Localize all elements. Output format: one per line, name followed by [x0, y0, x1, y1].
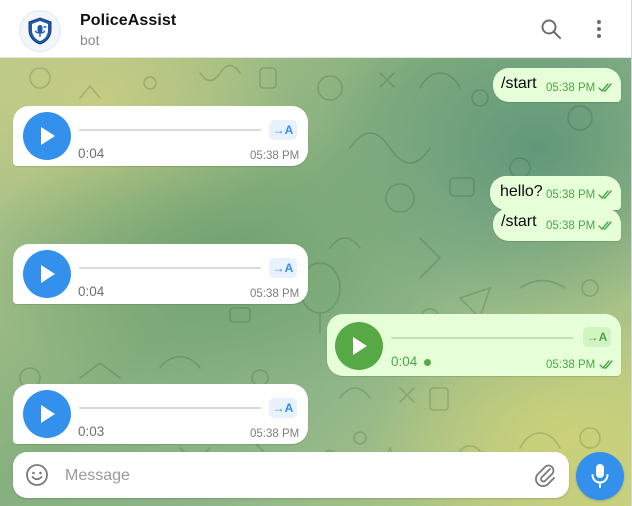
message-bubble[interactable]: hello? 05:38 PM — [490, 176, 621, 210]
play-button[interactable] — [23, 112, 71, 160]
message-time: 05:38 PM — [250, 428, 300, 440]
voice-record-button[interactable] — [576, 452, 624, 500]
message-text: /start — [501, 75, 537, 92]
more-vertical-icon — [597, 20, 601, 38]
transcribe-button[interactable]: →A — [269, 398, 297, 418]
transcribe-button[interactable]: →A — [583, 327, 611, 347]
waveform[interactable] — [79, 129, 261, 131]
play-icon — [41, 265, 55, 283]
play-button[interactable] — [23, 250, 71, 298]
message-bubble[interactable]: /start 05:38 PM — [493, 208, 621, 241]
chat-header: PoliceAssist bot — [0, 0, 631, 58]
police-shield-icon — [28, 17, 52, 45]
telegram-window: PoliceAssist bot /start 05:38 PM →A 0:04… — [0, 0, 632, 506]
transcribe-button[interactable]: →A — [269, 258, 297, 278]
voice-message: →A 0:04 05:38 PM — [13, 106, 308, 166]
waveform[interactable] — [79, 407, 261, 409]
voice-duration: 0:03 — [78, 424, 105, 439]
emoji-button[interactable] — [25, 463, 49, 487]
microphone-icon — [591, 464, 609, 488]
message-text: hello? — [500, 183, 543, 200]
voice-message: →A 0:03 05:38 PM — [13, 384, 308, 444]
attach-button[interactable] — [533, 462, 557, 488]
waveform[interactable] — [79, 267, 261, 269]
avatar[interactable] — [19, 10, 61, 52]
transcribe-button[interactable]: →A — [269, 120, 297, 140]
emoji-icon — [26, 464, 48, 486]
message-time: 05:38 PM — [546, 189, 596, 201]
play-button[interactable] — [335, 322, 383, 370]
chat-title[interactable]: PoliceAssist — [80, 12, 176, 30]
play-icon — [41, 127, 55, 145]
message-time: 05:38 PM — [546, 82, 596, 94]
search-icon — [541, 19, 561, 39]
double-check-icon — [599, 360, 613, 370]
double-check-icon — [598, 83, 612, 93]
double-check-icon — [598, 190, 612, 200]
more-options-button[interactable] — [585, 15, 613, 43]
voice-message: →A 0:04 05:38 PM — [13, 244, 308, 304]
message-time: 05:38 PM — [250, 150, 300, 162]
chat-background: /start 05:38 PM →A 0:04 05:38 PM hello? … — [0, 58, 631, 506]
voice-duration: 0:04 — [391, 354, 418, 369]
message-composer — [13, 452, 569, 498]
double-check-icon — [598, 221, 612, 231]
search-button[interactable] — [537, 15, 565, 43]
message-text: /start — [501, 213, 537, 230]
play-button[interactable] — [23, 390, 71, 438]
paperclip-icon — [535, 464, 555, 487]
voice-duration: 0:04 — [78, 284, 105, 299]
message-input[interactable] — [63, 460, 527, 492]
message-bubble[interactable]: /start 05:38 PM — [493, 68, 621, 102]
play-icon — [41, 405, 55, 423]
voice-duration: 0:04 — [78, 146, 105, 161]
voice-message: →A 0:04 05:38 PM — [327, 314, 621, 376]
message-time: 05:38 PM — [546, 220, 596, 232]
message-time: 05:38 PM — [250, 288, 300, 300]
waveform[interactable] — [391, 337, 573, 339]
chat-subtitle: bot — [80, 32, 100, 48]
play-icon — [353, 337, 367, 355]
message-time: 05:38 PM — [546, 359, 596, 371]
unplayed-dot — [424, 359, 431, 366]
